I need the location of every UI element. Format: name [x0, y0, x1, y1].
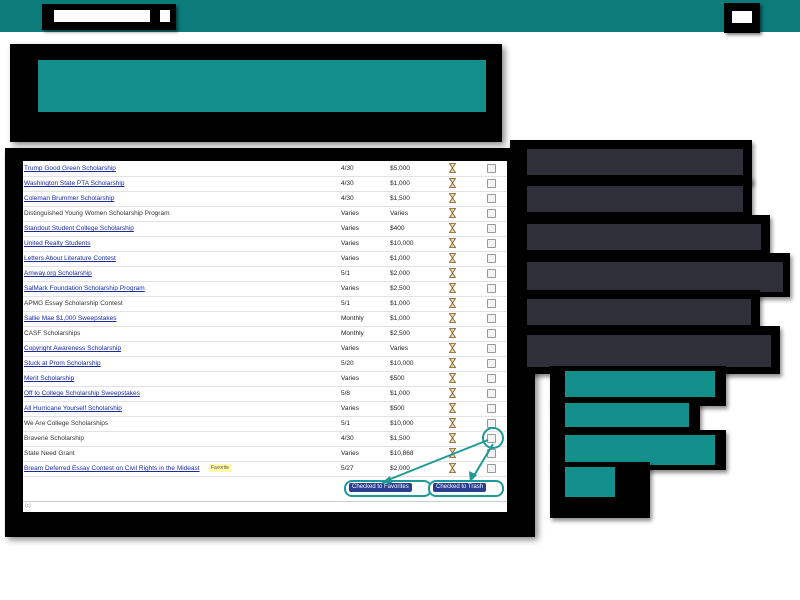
- teal-bar-fill: [565, 435, 715, 465]
- teal-redacted-bar-4: [550, 462, 650, 518]
- teal-bar-fill: [565, 371, 715, 397]
- arrowhead-favorites: [380, 476, 392, 484]
- redacted-bar-fill: [527, 149, 743, 175]
- redacted-bar-fill: [527, 335, 771, 367]
- redacted-bar-3: [510, 215, 770, 255]
- redacted-bar-fill: [527, 224, 761, 250]
- redacted-bar-fill: [527, 262, 783, 292]
- teal-bar-fill: [565, 467, 615, 497]
- teal-bar-fill: [565, 403, 689, 427]
- teal-redacted-bar-2: [550, 398, 700, 434]
- redacted-bar-2: [510, 177, 752, 215]
- redacted-bar-fill: [527, 186, 743, 212]
- arrow-to-trash: [471, 443, 494, 480]
- redacted-bar-fill: [527, 299, 751, 325]
- redacted-bar-5: [510, 290, 760, 330]
